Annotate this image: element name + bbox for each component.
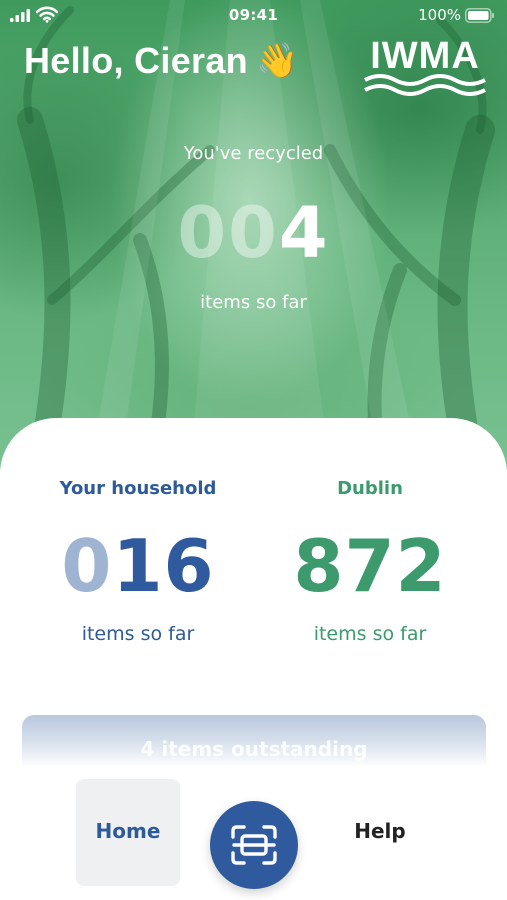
nav-help-tab[interactable]: Help bbox=[328, 779, 432, 886]
household-count: 16 bbox=[112, 524, 215, 608]
bottom-navigation: Home Help bbox=[0, 766, 507, 900]
iwma-logo: IWMA bbox=[363, 36, 487, 100]
status-bar: 09:41 100% bbox=[0, 0, 507, 30]
city-stat: Dublin 872 items so far bbox=[270, 478, 470, 645]
household-stat: Your household 016 items so far bbox=[38, 478, 238, 645]
greeting-text: Hello, Cieran bbox=[24, 40, 248, 81]
household-leading-zero: 0 bbox=[61, 524, 113, 608]
greeting-heading: Hello, Cieran 👋 bbox=[24, 40, 299, 82]
scan-icon bbox=[231, 825, 277, 865]
household-counter: 016 bbox=[38, 521, 238, 611]
recycled-label: You've recycled bbox=[183, 143, 324, 164]
battery-full-icon bbox=[465, 7, 494, 23]
nav-home-tab[interactable]: Home bbox=[76, 779, 180, 886]
waving-hand-icon: 👋 bbox=[255, 42, 299, 80]
household-title: Your household bbox=[59, 478, 217, 499]
counter-leading-zeros: 00 bbox=[177, 192, 279, 274]
city-items-label: items so far bbox=[313, 623, 427, 645]
logo-wave-icon bbox=[364, 74, 486, 96]
logo-text: IWMA bbox=[370, 35, 480, 77]
hero-background: 09:41 100% Hello, Cieran 👋 IWMA You've r… bbox=[0, 0, 507, 470]
battery-indicator: 100% bbox=[418, 6, 495, 24]
city-title: Dublin bbox=[337, 478, 403, 499]
scan-button[interactable] bbox=[210, 801, 298, 889]
counter-value: 4 bbox=[278, 192, 330, 274]
city-count: 872 bbox=[293, 524, 447, 608]
items-so-far-label: items so far bbox=[200, 292, 307, 313]
household-items-label: items so far bbox=[81, 623, 195, 645]
personal-item-counter: 004 bbox=[0, 193, 507, 273]
battery-percentage: 100% bbox=[418, 6, 461, 24]
